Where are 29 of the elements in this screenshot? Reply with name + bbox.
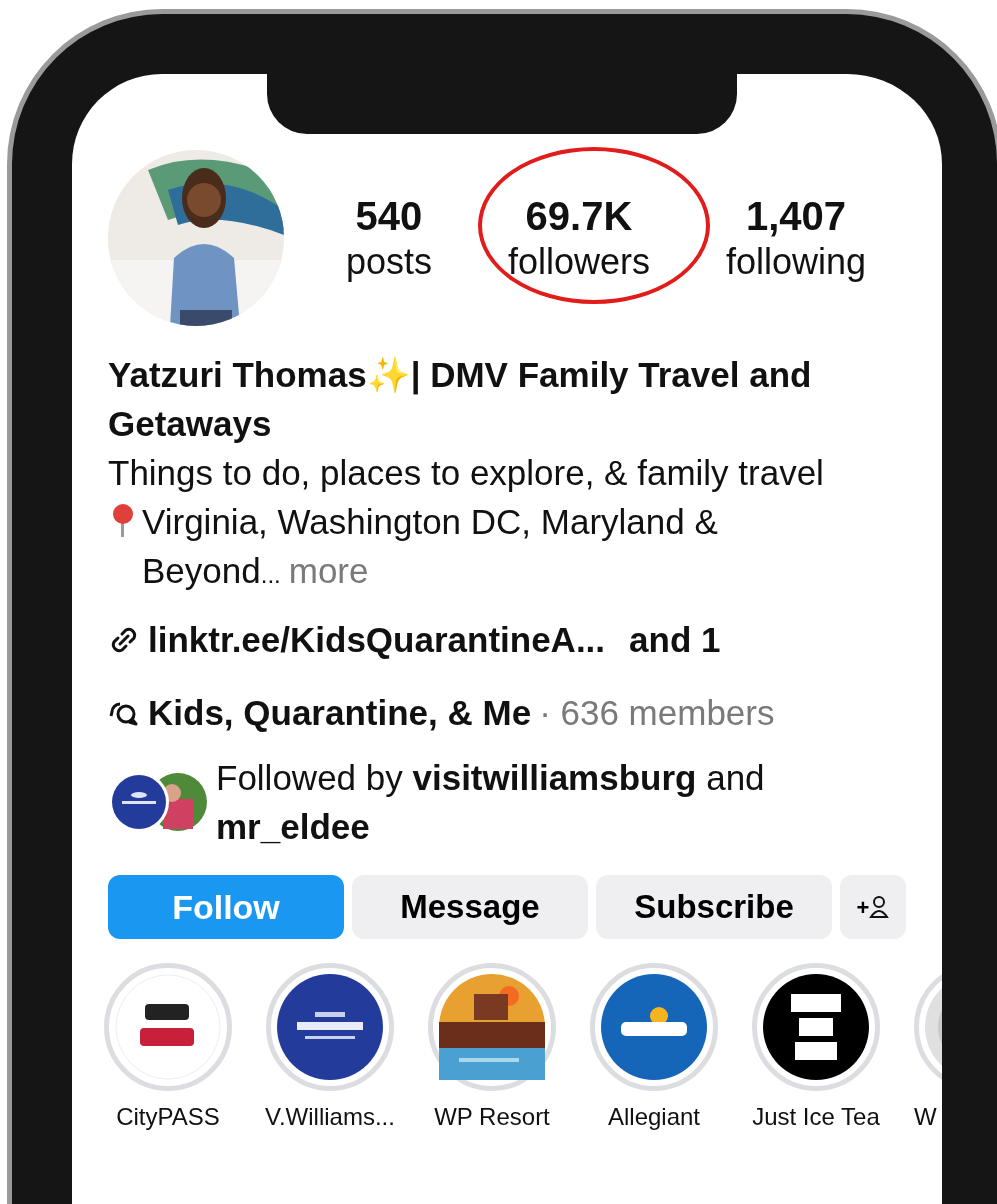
community-name[interactable]: Kids, Quarantine, & Me	[148, 688, 532, 737]
highlight-label[interactable]: W	[914, 1099, 937, 1135]
followed-by-text: Followed by visitwilliamsburg and mr_eldee	[216, 757, 766, 848]
link-extra[interactable]: and 1	[629, 615, 721, 664]
profile-button[interactable]: Message	[352, 875, 588, 939]
stat-label[interactable]: followers	[507, 240, 650, 284]
stat-label[interactable]: following	[725, 240, 866, 284]
highlight-label[interactable]: Just Ice Tea	[752, 1099, 880, 1135]
highlight-label[interactable]: Allegiant	[607, 1099, 701, 1135]
profile-link[interactable]: linktr.ee/KidsQuarantineA...	[148, 615, 606, 664]
stat-count: 69.7K	[524, 193, 634, 241]
highlight-circle[interactable]	[266, 963, 394, 1091]
highlight-label[interactable]: CityPASS	[116, 1099, 220, 1135]
bio-text: Things to do, places to explore, & family travel	[108, 452, 825, 494]
location-text: Virginia, Washington DC, Maryland & Beyond... more	[142, 501, 719, 592]
stat-count: 540	[354, 193, 424, 241]
profile-name: Yatzuri Thomas✨| DMV Family Travel and Getaways	[108, 354, 813, 445]
highlight-label[interactable]: V.Williams...	[265, 1099, 395, 1135]
person-icon	[869, 895, 890, 919]
more-link[interactable]: more	[288, 551, 369, 590]
highlight-circle[interactable]	[752, 963, 880, 1091]
community-members: · 636 members	[539, 692, 775, 734]
stat-label[interactable]: posts	[345, 240, 432, 284]
highlight-circle[interactable]	[428, 963, 556, 1091]
add-person-button[interactable]: +	[840, 875, 906, 939]
profile-button[interactable]: Subscribe	[596, 875, 832, 939]
stat-count: 1,407	[744, 193, 847, 241]
highlight-label[interactable]: WP Resort	[434, 1099, 550, 1135]
highlight-circle[interactable]	[104, 963, 232, 1091]
